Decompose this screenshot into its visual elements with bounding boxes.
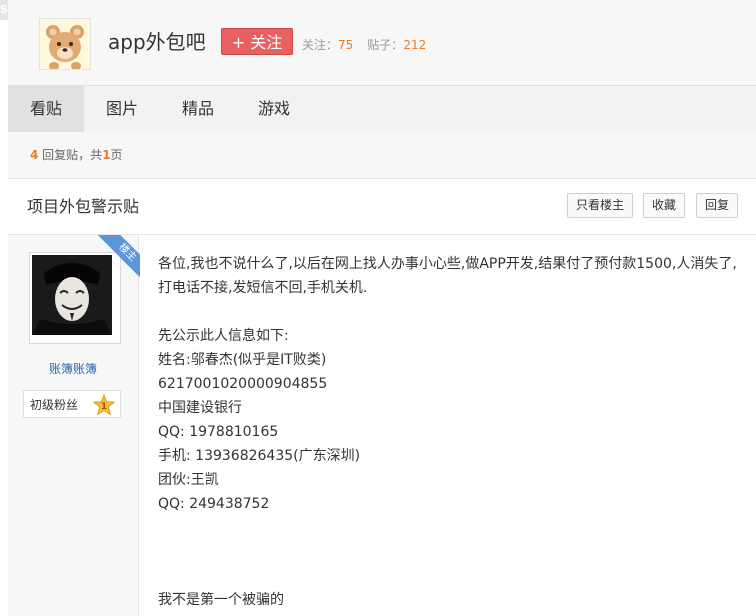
forum-name[interactable]: app外包吧 [108,28,206,56]
thread-title: 项目外包警示贴 [27,197,140,216]
tab-featured[interactable]: 精品 [160,86,236,132]
tab-images[interactable]: 图片 [84,86,160,132]
username[interactable]: 账簿账簿 [8,361,138,377]
post-line: 我不是第一个被骗的 [158,592,284,608]
reply-button[interactable]: 回复 [696,193,738,218]
rank-label: 初级粉丝 [30,398,79,412]
level-number: 1 [101,402,107,412]
bear-logo-icon [40,19,90,70]
post-line: 手机: 13936826435(广东深圳) [158,448,361,464]
pager-bar: 4 回复贴，共1页 [8,132,756,179]
post-line: QQ: 249438752 [158,496,270,512]
tab-games[interactable]: 游戏 [236,86,312,132]
op-badge-label: 楼主 [96,235,140,279]
page-suffix: 页 [110,148,123,162]
follow-count-label: 关注： [302,38,339,52]
author-panel: 账簿账簿 初级粉丝 1 [8,235,139,616]
only-op-button[interactable]: 只看楼主 [567,193,633,218]
reply-summary: 4 回复贴，共1页 [30,147,123,163]
post-line: 中国建设银行 [158,400,242,416]
post-line: QQ: 1978810165 [158,424,279,440]
post-count-label: 贴子： [367,38,404,52]
post-line: 姓名:邬春杰(似乎是IT败类) [158,352,327,368]
forum-header: app外包吧 + 关注 关注：75 贴子：212 [8,0,756,85]
thread-title-bar: 项目外包警示贴 只看楼主 收藏 回复 [8,179,756,235]
tab-posts[interactable]: 看贴 [8,86,84,132]
forum-nav: 看贴 图片 精品 游戏 [8,85,756,133]
post-line: 各位,我也不说什么了,以后在网上找人办事小心些,做APP开发,结果付了预付款15… [158,256,737,296]
post-content: 各位,我也不说什么了,以后在网上找人办事小心些,做APP开发,结果付了预付款15… [158,252,748,612]
reply-suffix: 回复贴，共 [38,148,103,162]
post-line: 团伙:王凯 [158,472,219,488]
post-line: 先公示此人信息如下: [158,328,289,344]
forum-stats: 关注：75 贴子：212 [302,37,426,53]
follow-button[interactable]: + 关注 [221,28,293,55]
op-corner-badge: 楼主 [96,235,140,279]
forum-logo[interactable] [39,18,91,70]
level-star-icon: 1 [93,394,115,416]
post-count: 212 [403,38,427,52]
page: app外包吧 + 关注 关注：75 贴子：212 看贴 图片 精品 游戏 4 回复… [8,0,756,616]
favorite-button[interactable]: 收藏 [643,193,685,218]
follow-count: 75 [338,38,354,52]
page-count: 1 [102,148,111,162]
post-line: 6217001020000904855 [158,376,328,392]
rank-badge[interactable]: 初级粉丝 1 [23,390,121,418]
